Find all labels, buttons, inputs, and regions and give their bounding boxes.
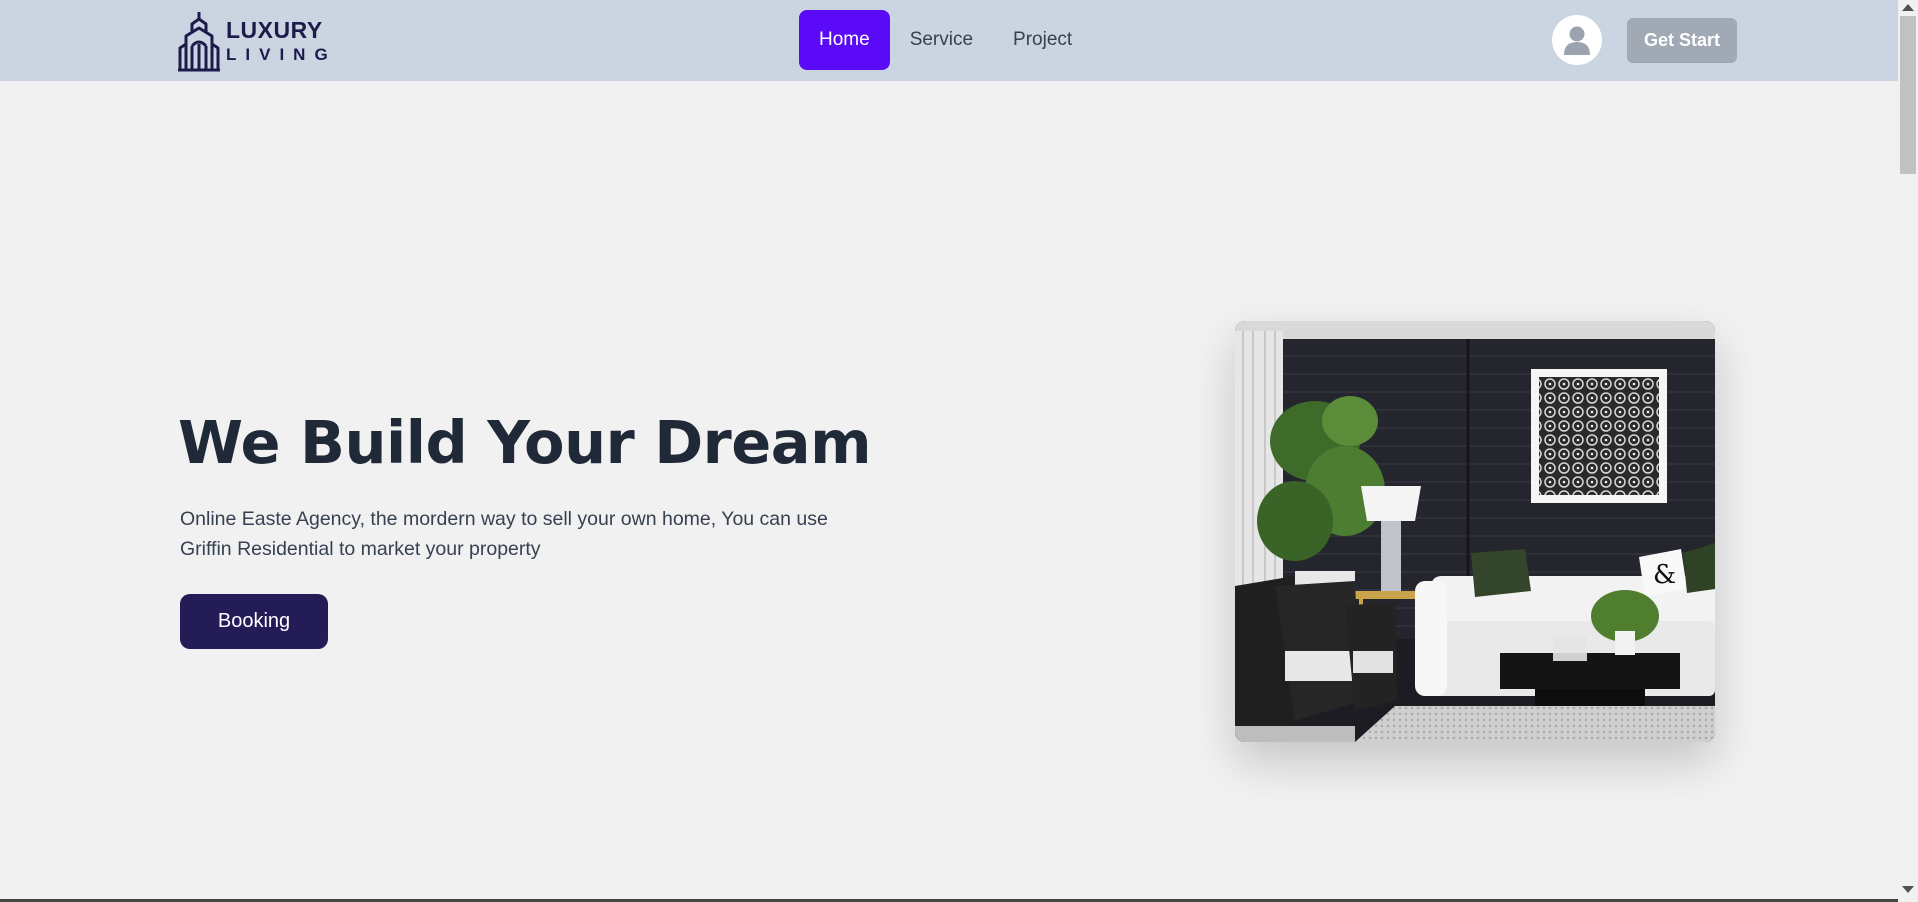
hero-title: We Build Your Dream [178, 408, 872, 477]
building-logo-icon [178, 12, 220, 72]
nav-item-project[interactable]: Project [993, 10, 1092, 70]
navbar: LUXURY LIVING Home Service Project Get S… [0, 0, 1898, 81]
main-nav: Home Service Project [799, 10, 1092, 70]
hero-description: Online Easte Agency, the mordern way to … [180, 508, 828, 560]
brand-name-top: LUXURY [226, 17, 323, 43]
booking-button[interactable]: Booking [180, 594, 328, 649]
get-start-button[interactable]: Get Start [1627, 18, 1737, 63]
scroll-down-arrow-icon[interactable] [1902, 886, 1914, 893]
user-avatar-icon [1564, 26, 1590, 55]
page-scrollbar[interactable] [1898, 0, 1918, 902]
svg-text:&: & [1653, 560, 1676, 590]
brand-name-bottom: LIVING [226, 45, 337, 64]
nav-item-home[interactable]: Home [799, 10, 890, 70]
brand-logo[interactable]: LUXURY LIVING [178, 10, 337, 72]
scroll-up-arrow-icon[interactable] [1902, 4, 1914, 11]
living-room-photo: & [1235, 321, 1715, 742]
brand-wordmark: LUXURY LIVING [226, 17, 337, 64]
user-avatar[interactable] [1552, 15, 1602, 65]
scrollbar-thumb[interactable] [1900, 16, 1916, 174]
nav-item-service[interactable]: Service [890, 10, 993, 70]
